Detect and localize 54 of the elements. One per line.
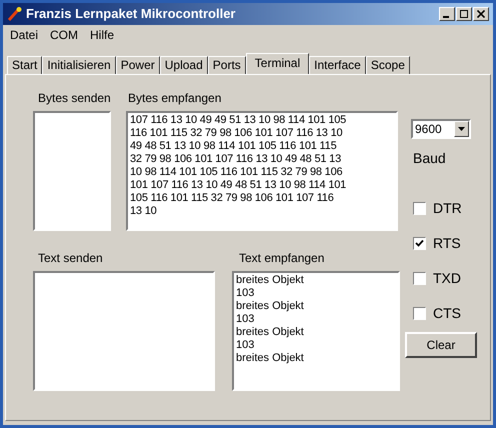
baud-dropdown[interactable]: 9600 [411,119,471,139]
checkbox-label: CTS [433,306,461,320]
close-icon [477,10,485,18]
field-label: Text empfangen [239,250,326,267]
text-line: 101 107 116 13 10 49 48 51 13 10 98 114 101 [130,179,348,192]
baud-label: Baud [413,149,447,168]
output-field[interactable]: breites Objekt 103 breites Objekt 103 breites Objekt 103 breites Objekt [232,271,400,391]
tab[interactable]: Ports [208,56,246,74]
input-field[interactable] [33,111,111,231]
tab[interactable]: Upload [160,56,208,74]
minimize-button[interactable] [439,7,455,21]
text-line: breites Objekt [236,274,305,287]
app-icon [7,6,23,22]
menu-item[interactable]: Hilfe [90,26,114,44]
tab[interactable]: Power [116,56,160,74]
checkbox[interactable] [413,202,426,214]
text-line: breites Objekt [236,352,305,365]
text-line: 103 [236,339,256,352]
window-title: Franzis Lernpaket Mikrocontroller [26,5,236,24]
clear-button[interactable]: Clear [405,332,477,358]
tab[interactable]: Initialisieren [42,56,116,74]
text-line: 116 101 115 32 79 98 106 101 107 116 13 10 [130,127,344,140]
text-line: breites Objekt [236,300,305,313]
maximize-icon [460,10,468,18]
maximize-button[interactable] [456,7,472,21]
menu-item[interactable]: Datei [10,26,38,44]
text-line: 13 10 [130,205,158,218]
text-line: 32 79 98 106 101 107 116 13 10 49 48 51 13 [130,153,342,166]
output-field[interactable] [126,111,398,231]
dropdown-arrow-icon [458,127,465,131]
checkbox[interactable] [413,236,426,250]
input-field[interactable] [33,271,215,391]
checkbox-label: DTR [433,201,462,215]
text-line: 103 [236,287,256,300]
field-label: Bytes senden [38,90,111,107]
checkbox-label: RTS [433,236,461,250]
tab[interactable]: Terminal [246,53,310,74]
field-label: Bytes empfangen [128,90,222,107]
text-line: 107 116 13 10 49 49 51 13 10 98 114 101 105 [130,114,348,127]
checkmark-icon [415,238,424,248]
menu-item[interactable]: COM [50,26,78,44]
text-line: 103 [236,313,256,326]
text-line: 10 98 114 101 105 116 101 115 32 79 98 106 [130,166,344,179]
checkbox[interactable] [413,306,426,320]
checkbox[interactable] [413,272,426,284]
close-button[interactable] [473,7,489,21]
field-label: Text senden [38,250,104,267]
text-line: 49 48 51 13 10 98 114 101 105 116 101 115 [130,140,338,153]
text-line: breites Objekt [236,326,305,339]
text-line: 105 116 101 115 32 79 98 106 101 107 116 [130,192,335,205]
tab[interactable]: Start [7,56,42,74]
checkbox-label: TXD [433,271,461,285]
tab[interactable]: Interface [309,56,366,74]
tab[interactable]: Scope [366,56,410,74]
